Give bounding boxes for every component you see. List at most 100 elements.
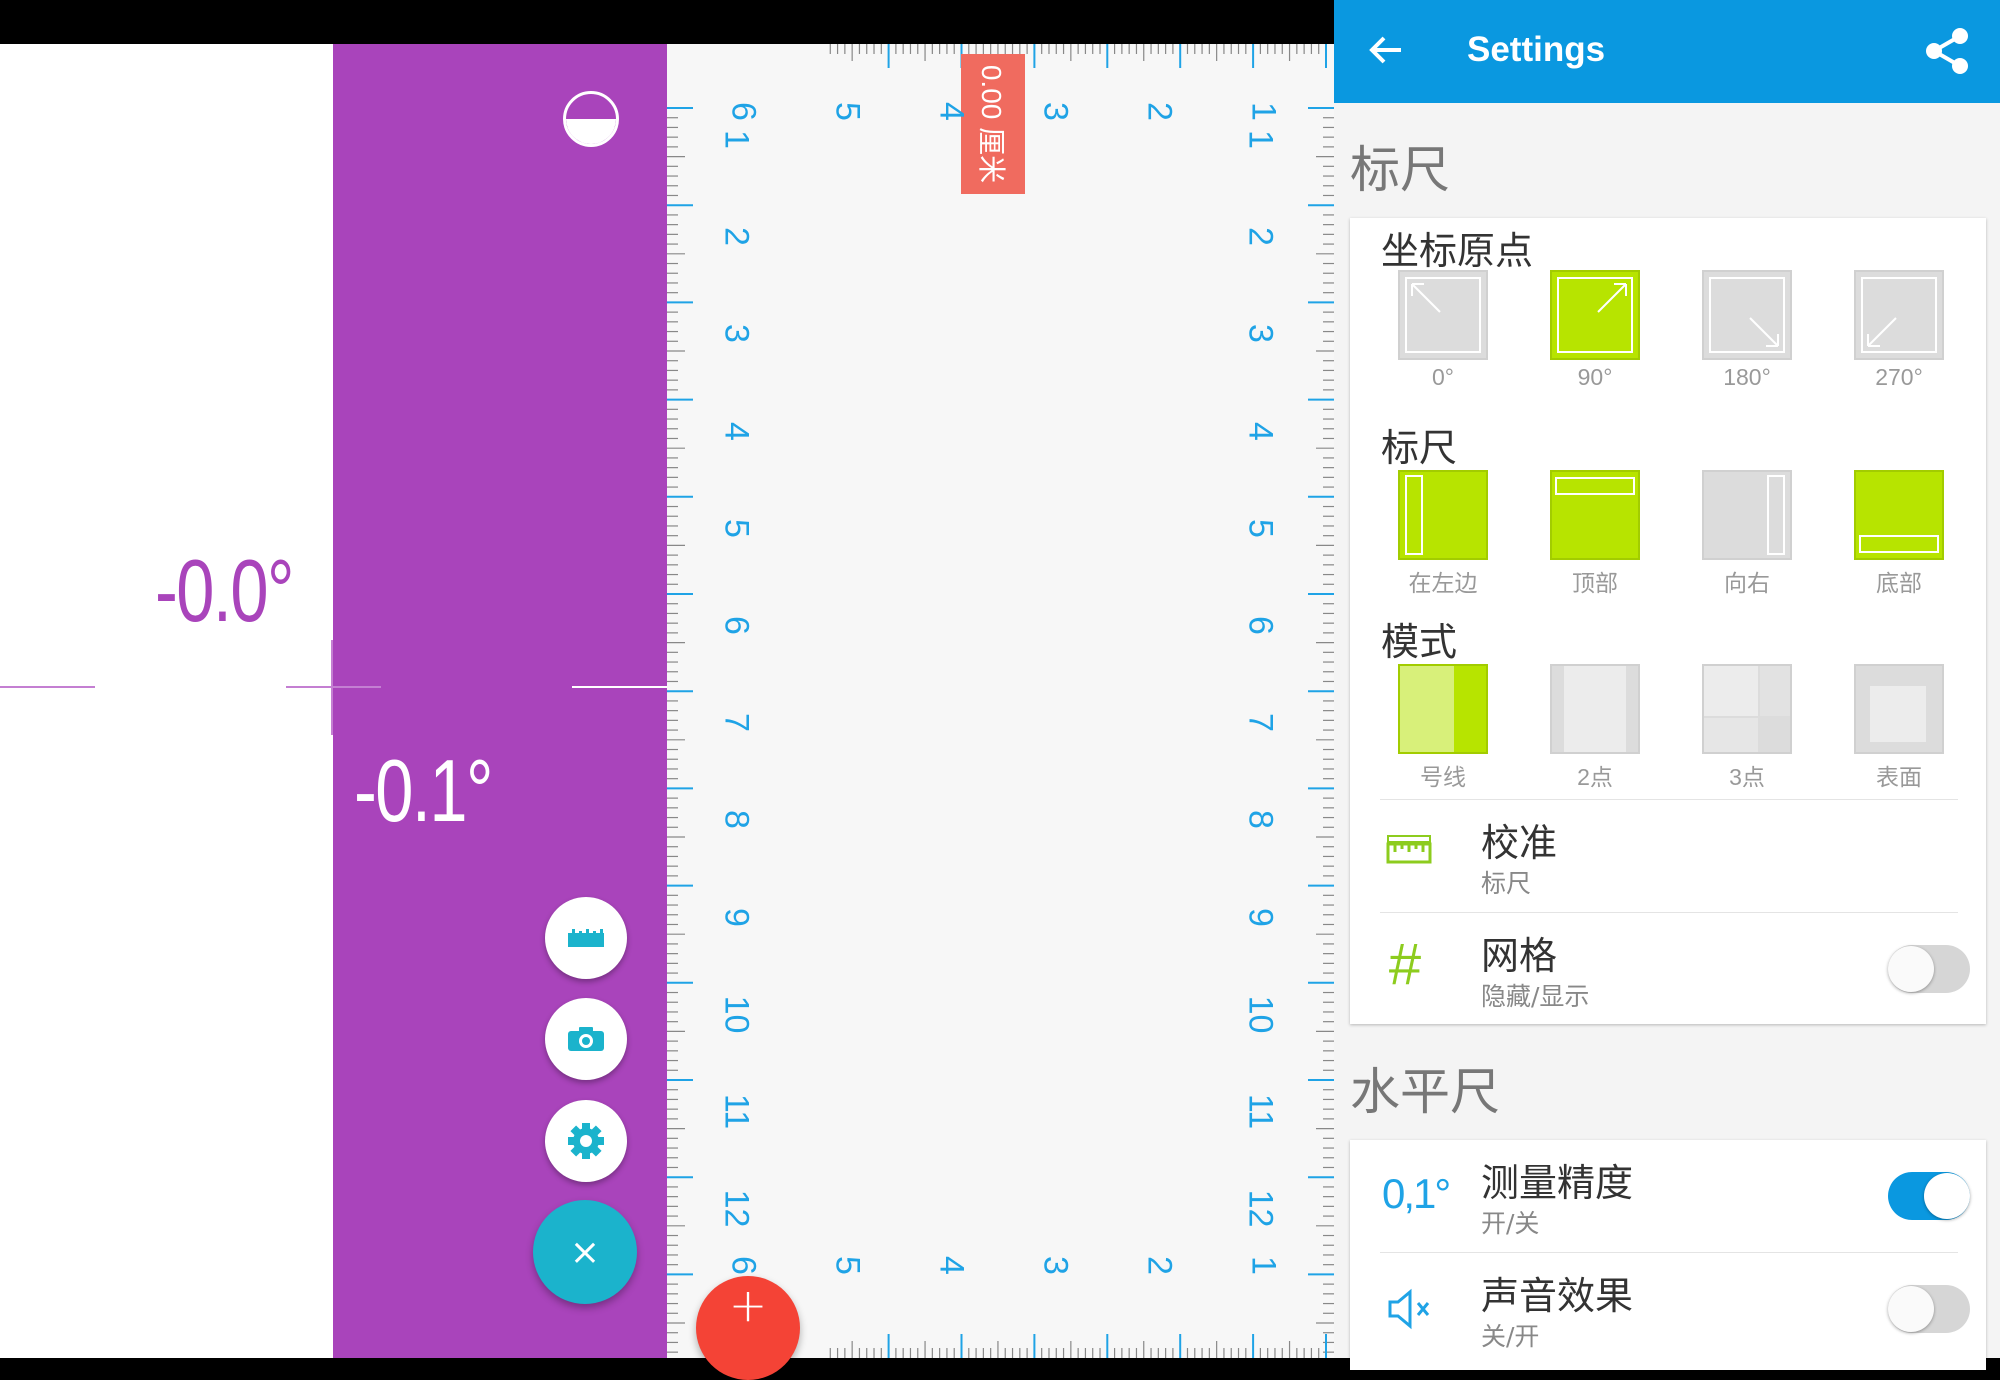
ruler-number-top: 2 — [1140, 102, 1179, 121]
ruler-number-bottom: 4 — [932, 1256, 971, 1275]
grid-row[interactable]: # 网格 隐藏/显示 — [1350, 913, 1986, 1025]
mode-option-3[interactable]: 表面 — [1824, 664, 1974, 794]
mode-option-0[interactable]: 号线 — [1368, 664, 1518, 794]
ruler-number-bottom: 1 — [1244, 1256, 1283, 1275]
ruler-number-right: 12 — [1241, 1189, 1280, 1228]
ruler-position-option-1[interactable]: 顶部 — [1520, 470, 1670, 600]
grid-hash-icon: # — [1388, 932, 1421, 997]
measurement-value: 0.00 厘米 — [976, 64, 1007, 184]
camera-icon — [568, 1027, 604, 1051]
ruler-position-option-label: 顶部 — [1572, 570, 1618, 596]
calibrate-row[interactable]: 校准 标尺 — [1350, 800, 1986, 912]
origin-option-0[interactable]: 0° — [1368, 270, 1518, 400]
origin-option-2[interactable]: 180° — [1672, 270, 1822, 400]
mode-option-2[interactable]: 3点 — [1672, 664, 1822, 794]
ruler-number-left: 7 — [717, 713, 756, 733]
settings-title: Settings — [1467, 30, 1606, 69]
ruler-number-right: 2 — [1241, 227, 1280, 247]
close-icon: × — [569, 1231, 601, 1273]
mode-option-tile — [1398, 664, 1488, 754]
ruler-position-option-tile — [1398, 470, 1488, 560]
close-menu-button[interactable]: × — [533, 1200, 637, 1304]
mode-option-label: 号线 — [1420, 764, 1466, 790]
back-arrow-icon[interactable] — [1368, 32, 1404, 68]
sound-title: 声音效果 — [1481, 1274, 1634, 1318]
measurement-badge: 0.00 厘米 — [961, 54, 1025, 194]
ruler-position-option-3[interactable]: 底部 — [1824, 470, 1974, 600]
ruler-number-top: 1 — [1244, 102, 1283, 121]
settings-button[interactable] — [545, 1100, 627, 1182]
mode-option-tile — [1550, 664, 1640, 754]
level-line-right — [572, 686, 667, 688]
origin-option-1[interactable]: 90° — [1520, 270, 1670, 400]
ruler-number-right: 5 — [1241, 518, 1280, 538]
origin-option-label: 0° — [1432, 364, 1454, 390]
ruler-button[interactable] — [545, 897, 627, 979]
ruler-position-option-2[interactable]: 向右 — [1672, 470, 1822, 600]
origin-option-tile — [1398, 270, 1488, 360]
sound-subtitle: 关/开 — [1481, 1322, 1540, 1351]
ruler-position-option-label: 在左边 — [1408, 570, 1478, 596]
ruler-number-left: 3 — [717, 324, 756, 344]
ruler-number-right: 10 — [1241, 995, 1280, 1034]
ruler-number-left: 4 — [717, 421, 756, 441]
ruler-calibrate-icon — [1386, 835, 1432, 864]
gear-icon — [568, 1123, 604, 1159]
level-background — [0, 44, 333, 1358]
ruler-number-left: 10 — [717, 995, 756, 1034]
speaker-mute-icon — [1388, 1288, 1430, 1330]
half-circle-icon[interactable] — [563, 91, 619, 147]
ruler-position-option-label: 向右 — [1724, 570, 1770, 596]
mode-option-label: 3点 — [1729, 764, 1765, 790]
ruler-number-left: 2 — [717, 227, 756, 247]
grid-toggle[interactable] — [1888, 945, 1970, 993]
origin-option-tile — [1550, 270, 1640, 360]
level-settings-card: 0,1° 测量精度 开/关 声音效果 关/开 — [1350, 1140, 1986, 1370]
ruler-number-left: 12 — [717, 1189, 756, 1228]
precision-title: 测量精度 — [1481, 1161, 1634, 1205]
calibrate-subtitle: 标尺 — [1481, 869, 1532, 898]
settings-panel: Settings 标尺 坐标原点 标尺 模式 校准 标尺 # 网格 隐藏/显示 … — [1334, 0, 2000, 1370]
precision-row[interactable]: 0,1° 测量精度 开/关 — [1350, 1140, 1986, 1252]
precision-icon: 0,1° — [1382, 1170, 1451, 1217]
ruler-position-option-tile — [1550, 470, 1640, 560]
ruler-surface[interactable] — [667, 44, 1334, 1358]
ruler-number-bottom: 5 — [828, 1256, 867, 1275]
ruler-number-top: 5 — [828, 102, 867, 121]
share-icon[interactable] — [1924, 27, 1970, 75]
ruler-number-right: 11 — [1241, 1093, 1280, 1130]
ruler-number-right: 8 — [1241, 810, 1280, 830]
sound-row[interactable]: 声音效果 关/开 — [1350, 1253, 1986, 1365]
ruler-number-right: 6 — [1241, 616, 1280, 635]
ruler-number-right: 3 — [1241, 324, 1280, 344]
ruler-position-option-label: 底部 — [1876, 570, 1922, 596]
ruler-number-top: 4 — [932, 102, 971, 121]
precision-subtitle: 开/关 — [1481, 1209, 1540, 1238]
level-line-vertical — [331, 640, 333, 735]
camera-button[interactable] — [545, 998, 627, 1080]
grid-subtitle: 隐藏/显示 — [1481, 982, 1590, 1011]
ruler-number-top: 6 — [724, 102, 763, 121]
ruler-number-right: 4 — [1241, 421, 1280, 441]
ruler-position-option-tile — [1702, 470, 1792, 560]
ruler-position-option-0[interactable]: 在左边 — [1368, 470, 1518, 600]
mode-option-label: 2点 — [1577, 764, 1613, 790]
ruler-position-option-tile — [1854, 470, 1944, 560]
sound-toggle[interactable] — [1888, 1285, 1970, 1333]
ruler-number-left: 9 — [717, 907, 756, 927]
precision-toggle[interactable] — [1888, 1172, 1970, 1220]
origin-option-3[interactable]: 270° — [1824, 270, 1974, 400]
level-secondary-angle: -0.1° — [354, 741, 493, 840]
ruler-number-left: 8 — [717, 810, 756, 830]
ruler-position-title: 标尺 — [1381, 426, 1458, 470]
ruler-number-left: 6 — [717, 616, 756, 635]
mode-option-label: 表面 — [1876, 764, 1922, 790]
mode-option-1[interactable]: 2点 — [1520, 664, 1670, 794]
grid-title: 网格 — [1481, 934, 1558, 978]
ruler-number-bottom: 2 — [1140, 1256, 1179, 1275]
origin-option-tile — [1854, 270, 1944, 360]
ruler-number-right: 9 — [1241, 907, 1280, 927]
ruler-number-top: 3 — [1036, 102, 1075, 121]
mode-title: 模式 — [1381, 620, 1458, 664]
status-bar — [0, 0, 1334, 44]
